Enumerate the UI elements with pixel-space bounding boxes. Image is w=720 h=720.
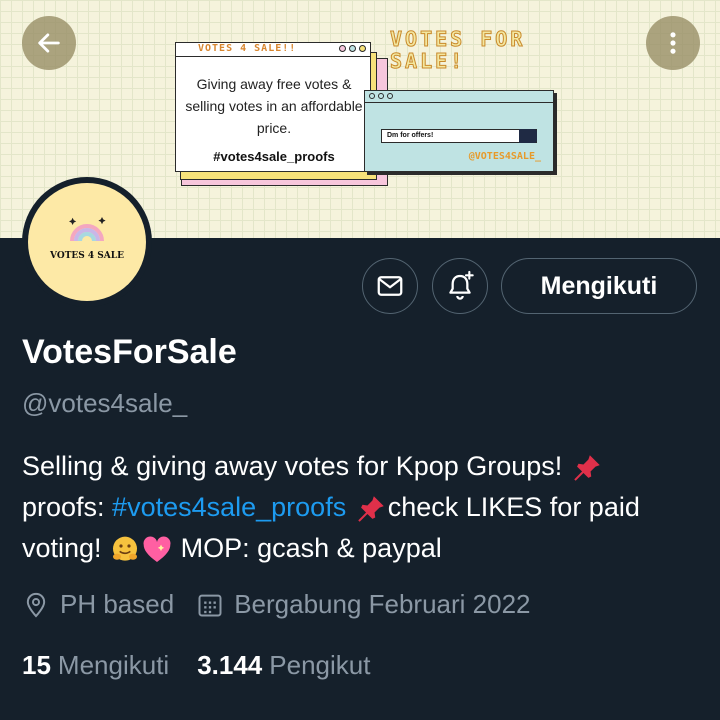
banner-dm-box: Dm for offers! xyxy=(381,129,537,143)
followers-label: Pengikut xyxy=(269,650,371,680)
pushpin-icon xyxy=(574,455,600,481)
bio-text-1: Selling & giving away votes for Kpop Gro… xyxy=(22,451,563,481)
banner-headline-line2: SALE! xyxy=(389,49,466,73)
avatar[interactable]: VOTES 4 SALE xyxy=(22,177,152,307)
profile-handle: @votes4sale_ xyxy=(22,388,188,418)
following-label: Mengikuti xyxy=(57,650,170,680)
location: PH based xyxy=(22,589,174,620)
avatar-image: VOTES 4 SALE xyxy=(28,183,146,301)
more-options-button[interactable] xyxy=(646,16,700,70)
banner-small-window: Dm for offers! @VOTES4SALE_ xyxy=(364,90,554,172)
bio-text-4: MOP: gcash & paypal xyxy=(180,533,442,563)
location-text: PH based xyxy=(60,589,175,619)
bio-text-2: proofs: xyxy=(22,492,113,522)
banner-main-window-text: Giving away free votes & selling votes i… xyxy=(185,76,363,136)
profile-meta: PH based Bergabung Februari 2022 xyxy=(22,589,553,620)
sparkling-heart-icon xyxy=(143,536,171,562)
rainbow-icon xyxy=(69,217,106,242)
banner-main-window-bar: VOTES 4 SALE!! xyxy=(176,43,370,57)
notify-button[interactable] xyxy=(432,258,488,314)
arrow-left-icon xyxy=(38,33,60,53)
window-dots xyxy=(369,93,393,99)
bell-plus-icon xyxy=(449,270,474,300)
join-date-text: Bergabung Februari 2022 xyxy=(234,589,531,619)
calendar-icon xyxy=(198,594,222,616)
banner-small-handle: @VOTES4SALE_ xyxy=(468,151,541,162)
back-button[interactable] xyxy=(22,16,76,70)
banner-headline-line1: VOTES FOR xyxy=(389,27,526,51)
following-button[interactable]: Mengikuti xyxy=(501,258,697,314)
join-date: Bergabung Februari 2022 xyxy=(196,589,531,620)
profile-bio: Selling & giving away votes for Kpop Gro… xyxy=(22,446,702,569)
followers-stat[interactable]: 3.144 Pengikut xyxy=(197,650,370,681)
following-stat[interactable]: 15 Mengikuti xyxy=(22,650,169,681)
mail-icon xyxy=(377,276,403,296)
profile-stats: 15 Mengikuti 3.144 Pengikut xyxy=(22,650,398,681)
message-button[interactable] xyxy=(362,258,418,314)
pushpin-icon xyxy=(357,496,384,522)
location-pin-icon xyxy=(26,592,46,618)
window-dots xyxy=(339,45,366,52)
followers-count: 3.144 xyxy=(197,650,263,680)
banner-main-window-title: VOTES 4 SALE!! xyxy=(198,43,297,54)
banner-dm-text: Dm for offers! xyxy=(387,132,434,139)
following-count: 15 xyxy=(22,650,51,680)
more-vertical-icon xyxy=(670,32,676,54)
banner-dm-knob xyxy=(519,129,537,143)
hugging-face-icon xyxy=(113,536,138,561)
banner-main-window: VOTES 4 SALE!! Giving away free votes & … xyxy=(175,42,371,172)
banner-main-window-tag: #votes4sale_proofs xyxy=(213,149,335,164)
profile-name: VotesForSale xyxy=(22,333,237,371)
banner-small-window-bar xyxy=(365,91,553,103)
banner-headline: VOTES FOR SALE! xyxy=(389,27,526,73)
avatar-label: VOTES 4 SALE xyxy=(50,251,124,261)
bio-hashtag-link[interactable]: #votes4sale_proofs xyxy=(112,492,346,522)
